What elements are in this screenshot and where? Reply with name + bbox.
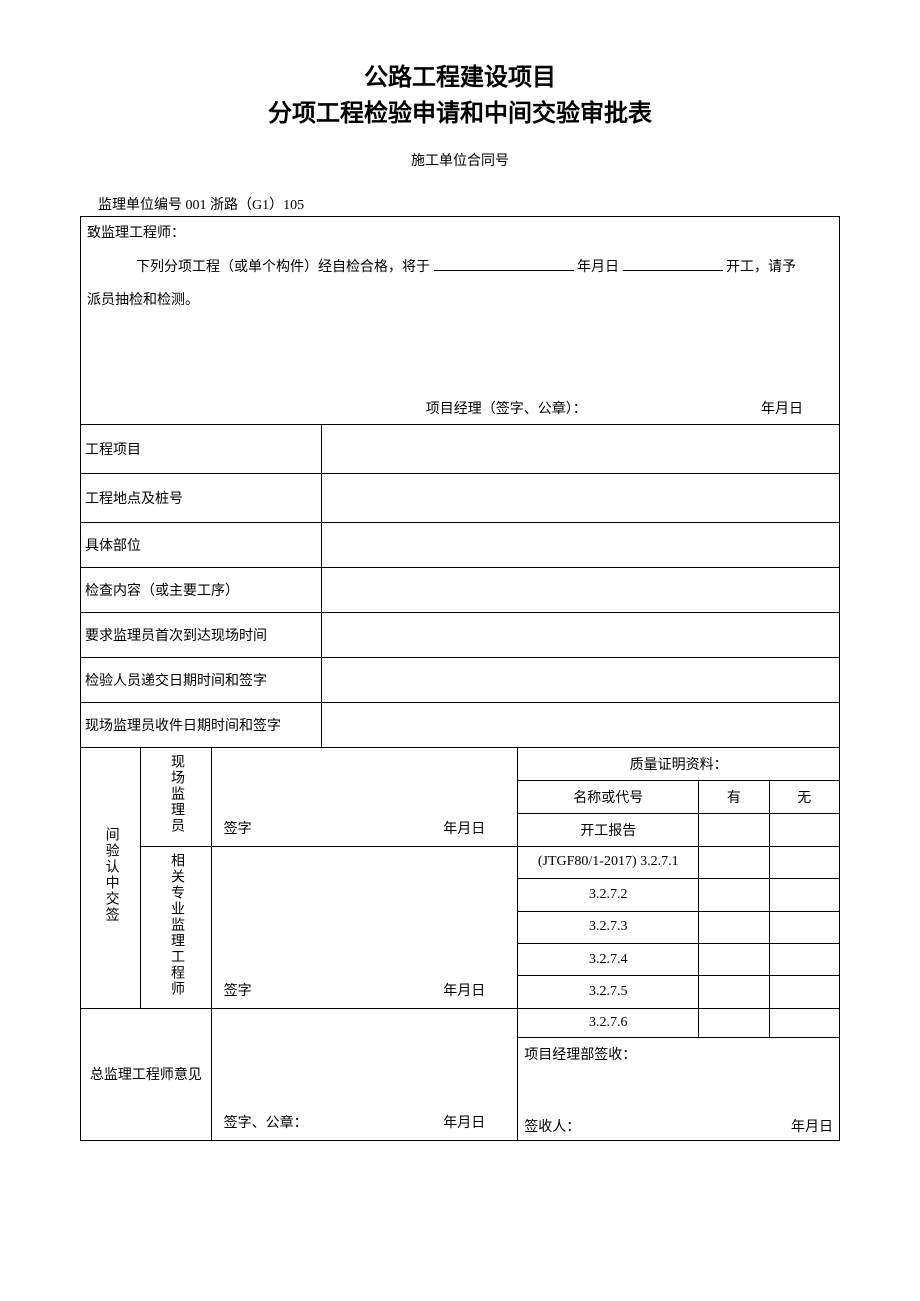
site-supervisor-sign-area[interactable]: 签字 年月日: [211, 747, 518, 846]
label-submit: 检验人员递交日期时间和签字: [81, 657, 322, 702]
chief-opinion-label: 总监理工程师意见: [81, 1008, 212, 1140]
doc-yes-6[interactable]: [699, 1008, 769, 1037]
doc-item-0: 开工报告: [518, 813, 699, 846]
request-prefix: 下列分项工程（或单个构件）经自检合格，将于: [136, 260, 430, 275]
blank-before-date[interactable]: [434, 256, 574, 271]
doc-yes-5[interactable]: [699, 976, 769, 1008]
request-suffix: 开工，请予: [726, 260, 796, 275]
request-date-label: 年月日: [577, 260, 619, 275]
sign-seal-date: 年月日: [443, 1112, 485, 1132]
doc-title-line2: 分项工程检验申请和中间交验审批表: [80, 96, 840, 132]
doc-yes-1[interactable]: [699, 846, 769, 878]
doc-no-3[interactable]: [769, 911, 839, 943]
label-first-arrival: 要求监理员首次到达现场时间: [81, 612, 322, 657]
field-first-arrival[interactable]: [322, 612, 840, 657]
doc-item-4: 3.2.7.4: [518, 944, 699, 976]
salutation: 致监理工程师：: [87, 217, 833, 251]
sign-date-2: 年月日: [443, 980, 485, 1000]
reference-line: 监理单位编号 001 浙路（G1）105: [98, 194, 840, 214]
doc-yes-2[interactable]: [699, 879, 769, 911]
sign-label-1: 签字: [224, 818, 252, 838]
field-content[interactable]: [322, 567, 840, 612]
blank-after-date[interactable]: [623, 256, 723, 271]
doc-yes-0[interactable]: [699, 813, 769, 846]
doc-item-6: 3.2.7.6: [518, 1008, 699, 1037]
yes-header: 有: [699, 780, 769, 813]
sign-seal-label: 签字、公章：: [224, 1112, 308, 1132]
doc-item-2: 3.2.7.2: [518, 879, 699, 911]
sign-label-2: 签字: [224, 980, 252, 1000]
doc-title-line1: 公路工程建设项目: [80, 60, 840, 96]
main-form-table: 致监理工程师： 下列分项工程（或单个构件）经自检合格，将于 年月日 开工，请予 …: [80, 216, 840, 1141]
request-tail: 派员抽检和检测。: [87, 284, 833, 318]
request-block: 致监理工程师： 下列分项工程（或单个构件）经自检合格，将于 年月日 开工，请予 …: [81, 217, 840, 425]
field-submit[interactable]: [322, 657, 840, 702]
request-para: 下列分项工程（或单个构件）经自检合格，将于 年月日 开工，请予: [87, 251, 833, 285]
pm-receive-label: 项目经理部签收：: [524, 1044, 833, 1064]
confirm-col: 间验认中交签: [81, 747, 141, 1008]
receiver-label: 签收人：: [524, 1116, 580, 1136]
doc-item-5: 3.2.7.5: [518, 976, 699, 1008]
label-receive: 现场监理员收件日期时间和签字: [81, 702, 322, 747]
no-header: 无: [769, 780, 839, 813]
label-location: 工程地点及桩号: [81, 473, 322, 522]
doc-yes-3[interactable]: [699, 911, 769, 943]
field-receive[interactable]: [322, 702, 840, 747]
quality-header: 质量证明资料：: [518, 747, 840, 780]
field-project[interactable]: [322, 424, 840, 473]
doc-no-5[interactable]: [769, 976, 839, 1008]
label-project: 工程项目: [81, 424, 322, 473]
chief-opinion-area[interactable]: 签字、公章： 年月日: [211, 1008, 518, 1140]
contract-number-label: 施工单位合同号: [80, 150, 840, 170]
pm-signature-label: 项目经理（签字、公章）：: [426, 398, 587, 418]
doc-no-1[interactable]: [769, 846, 839, 878]
pm-receive-cell[interactable]: 项目经理部签收： 签收人： 年月日: [518, 1037, 840, 1140]
doc-no-4[interactable]: [769, 944, 839, 976]
field-location[interactable]: [322, 473, 840, 522]
sign-date-1: 年月日: [443, 818, 485, 838]
doc-no-0[interactable]: [769, 813, 839, 846]
pm-signature-date: 年月日: [761, 398, 803, 418]
name-code-header: 名称或代号: [518, 780, 699, 813]
doc-no-6[interactable]: [769, 1008, 839, 1037]
label-part: 具体部位: [81, 522, 322, 567]
field-part[interactable]: [322, 522, 840, 567]
doc-item-1: (JTGF80/1-2017) 3.2.7.1: [518, 846, 699, 878]
label-content: 检查内容（或主要工序）: [81, 567, 322, 612]
specialty-engineer-sign-area[interactable]: 签字 年月日: [211, 846, 518, 1008]
doc-no-2[interactable]: [769, 879, 839, 911]
specialty-engineer-col: 相关专业监理工程师: [141, 846, 211, 1008]
site-supervisor-col: 现场监理员: [141, 747, 211, 846]
receiver-date: 年月日: [791, 1116, 833, 1136]
doc-item-3: 3.2.7.3: [518, 911, 699, 943]
doc-yes-4[interactable]: [699, 944, 769, 976]
